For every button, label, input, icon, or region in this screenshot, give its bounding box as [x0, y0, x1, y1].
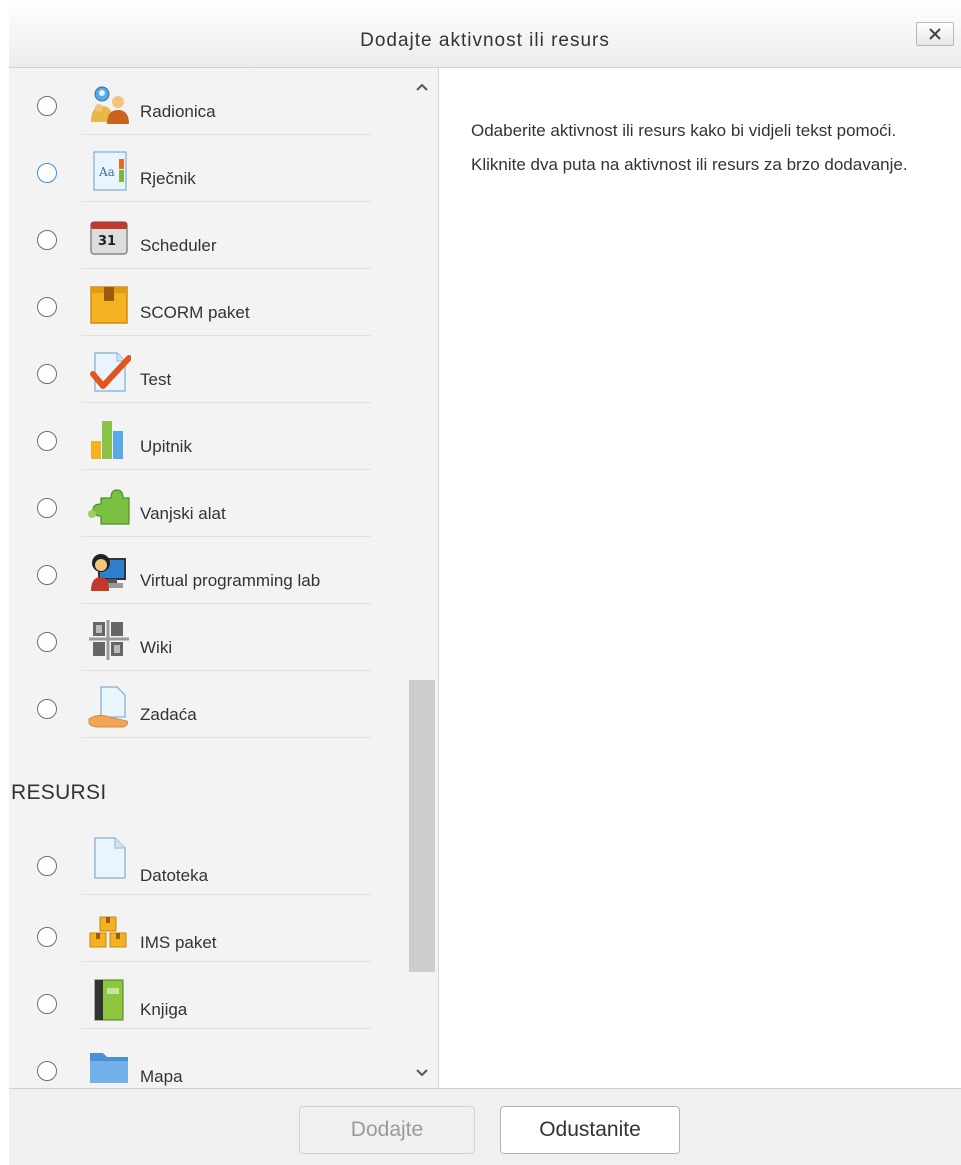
list-item-scheduler[interactable]: 31 Scheduler: [9, 202, 406, 269]
assignment-icon: [88, 686, 128, 728]
item-label: Knjiga: [140, 1000, 188, 1019]
resources-heading: RESURSI: [11, 781, 107, 804]
scroll-up-icon[interactable]: [416, 82, 428, 92]
radio-ims-paket[interactable]: [37, 927, 57, 947]
add-activity-dialog: Dodajte aktivnost ili resurs Radionica A…: [9, 0, 961, 1165]
list-item-knjiga[interactable]: Knjiga: [9, 962, 406, 1029]
radio-virtual-programming-lab[interactable]: [37, 565, 57, 585]
quiz-icon: [90, 352, 131, 392]
book-icon: [94, 979, 124, 1021]
radio-mapa[interactable]: [37, 1061, 57, 1081]
item-label: Zadaća: [140, 705, 197, 724]
scrollbar-thumb[interactable]: [409, 680, 435, 972]
glossary-icon: Aa: [93, 151, 127, 191]
item-label: IMS paket: [140, 933, 217, 952]
list-item-upitnik[interactable]: Upitnik: [9, 403, 406, 470]
close-button[interactable]: [916, 22, 954, 46]
list-item-mapa[interactable]: Mapa: [9, 1029, 406, 1088]
item-label: Datoteka: [140, 866, 209, 885]
scroll-down-icon[interactable]: [416, 1068, 428, 1078]
dialog-title: Dodajte aktivnost ili resurs: [360, 30, 610, 51]
list-item-scorm-paket[interactable]: SCORM paket: [9, 269, 406, 336]
close-icon: [929, 28, 941, 40]
item-label: Mapa: [140, 1067, 183, 1086]
item-label: Scheduler: [140, 236, 217, 255]
list-item-radionica[interactable]: Radionica: [9, 68, 406, 135]
radio-test[interactable]: [37, 364, 57, 384]
radio-wiki[interactable]: [37, 632, 57, 652]
programming-lab-icon: [91, 554, 126, 591]
list-item-datoteka[interactable]: Datoteka: [9, 828, 406, 895]
radio-knjiga[interactable]: [37, 994, 57, 1014]
item-label: Test: [140, 370, 172, 389]
item-label: SCORM paket: [140, 303, 250, 322]
add-button[interactable]: Dodajte: [299, 1106, 475, 1154]
item-label: Virtual programming lab: [140, 571, 321, 590]
item-label: Upitnik: [140, 437, 192, 456]
activity-list: Radionica Aa Rječnik 31 Scheduler SCORM …: [9, 68, 439, 1088]
ims-package-icon: [89, 916, 127, 948]
cancel-button[interactable]: Odustanite: [500, 1106, 680, 1154]
radio-radionica[interactable]: [37, 96, 57, 116]
radio-upitnik[interactable]: [37, 431, 57, 451]
radio-zadaca[interactable]: [37, 699, 57, 719]
dialog-header: Dodajte aktivnost ili resurs: [9, 0, 961, 68]
puzzle-icon: [88, 489, 130, 525]
list-item-rjecnik[interactable]: Aa Rječnik: [9, 135, 406, 202]
radio-vanjski-alat[interactable]: [37, 498, 57, 518]
svg-text:Aa: Aa: [98, 165, 115, 179]
svg-text:31: 31: [98, 234, 116, 249]
list-item-ims-paket[interactable]: IMS paket: [9, 895, 406, 962]
list-scrollbar[interactable]: [406, 68, 438, 1088]
radio-rjecnik[interactable]: [37, 163, 57, 183]
questionnaire-icon: [91, 421, 123, 459]
dialog-footer: Dodajte Odustanite: [9, 1088, 961, 1165]
item-label: Radionica: [140, 102, 216, 121]
item-label: Vanjski alat: [140, 504, 226, 523]
list-item-wiki[interactable]: Wiki: [9, 604, 406, 671]
radio-datoteka[interactable]: [37, 856, 57, 876]
radio-scheduler[interactable]: [37, 230, 57, 250]
list-item-test[interactable]: Test: [9, 336, 406, 403]
help-pane: Odaberite aktivnost ili resurs kako bi v…: [439, 68, 961, 1088]
list-item-vanjski-alat[interactable]: Vanjski alat: [9, 470, 406, 537]
list-item-virtual-programming-lab[interactable]: Virtual programming lab: [9, 537, 406, 604]
list-item-zadaca[interactable]: Zadaća: [9, 671, 406, 738]
radio-scorm-paket[interactable]: [37, 297, 57, 317]
calendar-icon: 31: [90, 221, 128, 255]
item-label: Rječnik: [140, 169, 196, 188]
file-icon: [94, 837, 126, 879]
help-text: Odaberite aktivnost ili resurs kako bi v…: [471, 121, 908, 174]
item-label: Wiki: [140, 638, 173, 657]
workshop-icon: [91, 86, 129, 124]
folder-icon: [90, 1053, 128, 1083]
scorm-package-icon: [90, 286, 128, 324]
wiki-icon: [89, 620, 129, 660]
